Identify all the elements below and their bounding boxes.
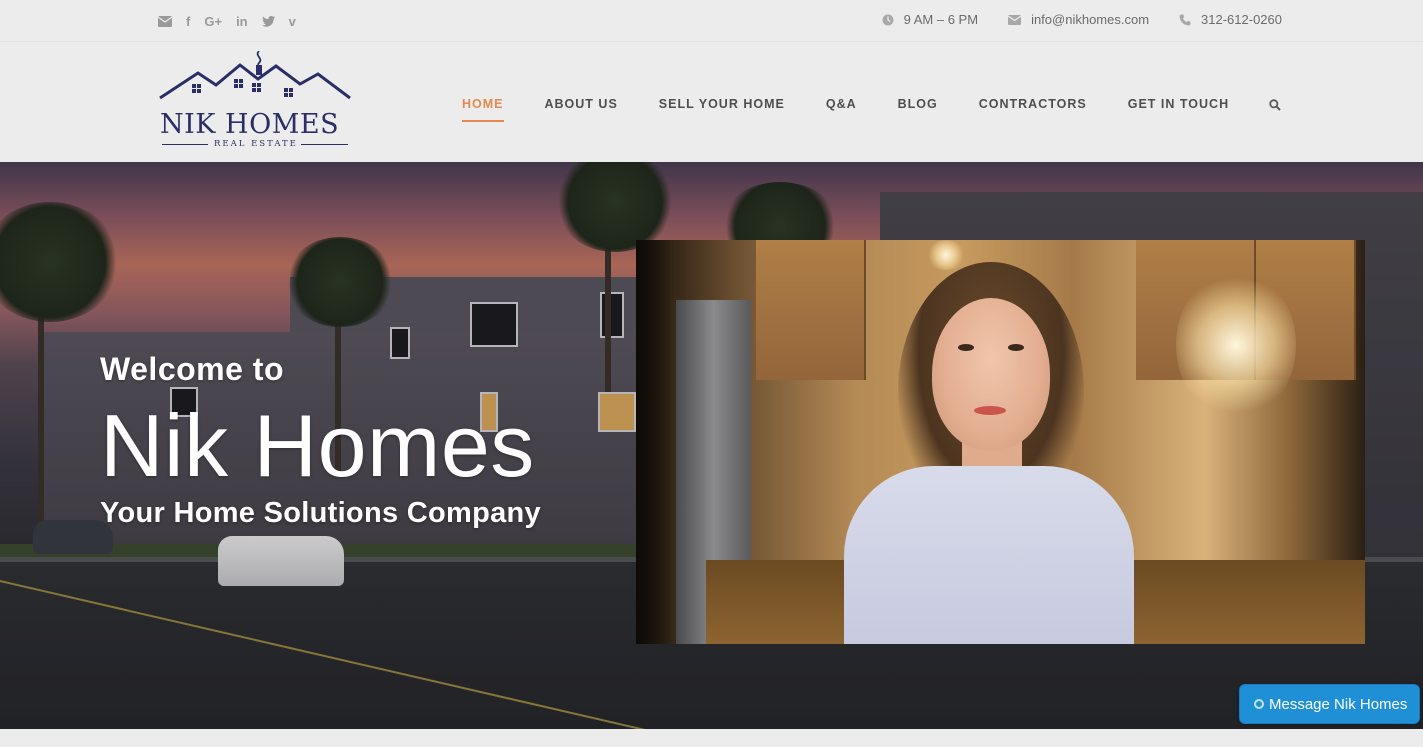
- logo-rule-left: [162, 144, 208, 145]
- page-bottom-strip: [0, 729, 1423, 747]
- video-person-eye: [958, 344, 974, 351]
- email-item[interactable]: info@nikhomes.com: [1008, 12, 1149, 27]
- facebook-icon[interactable]: f: [186, 13, 190, 29]
- hero-banner: Welcome to Nik Homes Your Home Solutions…: [0, 162, 1423, 729]
- video-person-face: [932, 298, 1050, 450]
- clock-icon: [882, 14, 894, 25]
- hero-tagline: Your Home Solutions Company: [100, 497, 541, 529]
- nav-item-qa[interactable]: Q&A: [826, 97, 857, 111]
- phone-icon: [1179, 14, 1191, 25]
- search-icon[interactable]: [1269, 98, 1281, 116]
- main-nav: HOME ABOUT US SELL YOUR HOME Q&A BLOG CO…: [462, 97, 1270, 122]
- video-person-eye: [1008, 344, 1024, 351]
- twitter-icon[interactable]: [261, 13, 275, 29]
- video-cabinet: [756, 240, 866, 380]
- nav-item-home[interactable]: HOME: [462, 97, 504, 122]
- video-light: [1176, 270, 1296, 420]
- phone-link[interactable]: 312-612-0260: [1201, 12, 1282, 27]
- nav-item-get-in-touch[interactable]: GET IN TOUCH: [1128, 97, 1229, 111]
- video-light: [926, 240, 966, 270]
- intro-video[interactable]: [636, 240, 1365, 644]
- message-chat-button[interactable]: Message Nik Homes: [1239, 684, 1420, 724]
- video-person-shirt: [844, 466, 1134, 644]
- phone-item[interactable]: 312-612-0260: [1179, 12, 1282, 27]
- hero-welcome: Welcome to: [100, 351, 284, 387]
- nav-item-about-us[interactable]: ABOUT US: [545, 97, 618, 111]
- contact-info: 9 AM – 6 PM info@nikhomes.com 312-612-02…: [852, 12, 1282, 27]
- logo-name: NIK HOMES: [160, 109, 340, 140]
- logo-rule-right: [301, 144, 348, 145]
- roof-icon: [159, 51, 351, 100]
- logo-subtitle: REAL ESTATE: [214, 139, 298, 149]
- envelope-icon[interactable]: [158, 13, 172, 29]
- hero-title: Nik Homes: [100, 396, 535, 495]
- envelope-icon: [1008, 14, 1022, 25]
- email-link[interactable]: info@nikhomes.com: [1031, 12, 1149, 27]
- nav-item-contractors[interactable]: CONTRACTORS: [979, 97, 1087, 111]
- linkedin-icon[interactable]: in: [236, 13, 248, 29]
- social-links: f G+ in v: [158, 13, 310, 29]
- hours-text: 9 AM – 6 PM: [903, 12, 979, 27]
- nav-item-blog[interactable]: BLOG: [898, 97, 938, 111]
- chat-button-label: Message Nik Homes: [1269, 695, 1408, 713]
- chat-status-icon: [1254, 699, 1264, 709]
- site-logo[interactable]: NIK HOMES REAL ESTATE: [158, 51, 353, 149]
- hours-item: 9 AM – 6 PM: [882, 12, 978, 27]
- top-bar: f G+ in v 9 AM – 6 PM info@nikhomes.com …: [0, 0, 1423, 42]
- nav-item-sell-your-home[interactable]: SELL YOUR HOME: [659, 97, 785, 111]
- google-plus-icon[interactable]: G+: [204, 13, 222, 29]
- video-person-lips: [974, 406, 1006, 415]
- vimeo-icon[interactable]: v: [289, 13, 296, 29]
- video-edge-shadow: [636, 240, 674, 644]
- site-header: NIK HOMES REAL ESTATE HOME ABOUT US SELL…: [0, 43, 1423, 162]
